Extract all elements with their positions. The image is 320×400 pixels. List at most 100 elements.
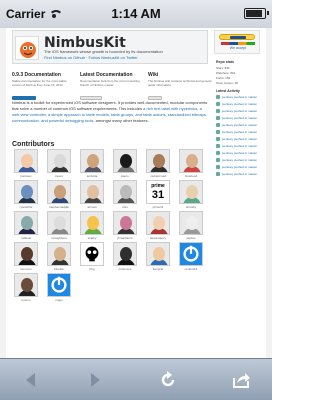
donate-link[interactable]: We accept (215, 46, 261, 50)
contributor-avatar[interactable]: crstevens (113, 242, 137, 272)
contributor-avatar[interactable]: sparky (80, 211, 104, 241)
contributor-avatar[interactable]: prime 31 prime31 (146, 180, 170, 210)
contributor-avatar[interactable]: bengraf (146, 242, 170, 272)
contributor-name[interactable]: bengraf (146, 267, 170, 271)
activity-item[interactable]: jverkoey pushed to master (216, 137, 260, 143)
activity-text[interactable]: jverkoey pushed to master (222, 172, 257, 176)
contributor-name[interactable]: prime31 (146, 205, 170, 209)
activity-text[interactable]: jverkoey pushed to master (222, 144, 257, 148)
activity-text[interactable]: jverkoey pushed to master (222, 158, 257, 162)
contributor-avatar[interactable]: ambolia (80, 149, 104, 179)
share-button[interactable] (228, 367, 254, 393)
contributor-avatar[interactable]: jbroadhurst (113, 211, 137, 241)
contributor-avatar[interactable]: dcrosby (179, 180, 203, 210)
commit-icon (216, 109, 220, 113)
activity-text[interactable]: jverkoey pushed to master (222, 116, 257, 120)
activity-text[interactable]: jverkoey pushed to master (222, 102, 257, 106)
activity-text[interactable]: jverkoey pushed to master (222, 165, 257, 169)
contributor-avatar[interactable]: alexanderzy (146, 211, 170, 241)
reload-button[interactable] (155, 367, 181, 393)
contributor-name[interactable]: jaydee (179, 236, 203, 240)
contributor-name[interactable]: dcrosby (179, 205, 203, 209)
contributor-avatar[interactable]: simonmi (14, 242, 38, 272)
contributor-avatar[interactable]: stephennadjak (47, 180, 71, 210)
avatar-face (120, 216, 132, 230)
stat-line: Watchers: 831 (216, 71, 236, 75)
contributor-avatar[interactable]: zaven (47, 149, 71, 179)
activity-text[interactable]: jverkoey pushed to master (222, 95, 257, 99)
contributor-avatar[interactable]: kaoru (113, 149, 137, 179)
activity-text[interactable]: jverkoey pushed to master (222, 137, 257, 141)
activity-item[interactable]: jverkoey pushed to master (216, 123, 260, 129)
contributor-avatar[interactable]: tmacleod (179, 149, 203, 179)
activity-text[interactable]: jverkoey pushed to master (222, 130, 257, 134)
contributor-avatar[interactable]: tryemo (14, 273, 38, 303)
forward-button[interactable] (82, 367, 108, 393)
activity-item[interactable]: jverkoey pushed to master (216, 172, 260, 178)
contributor-avatar[interactable]: ahrosti (80, 180, 104, 210)
activity-item[interactable]: jverkoey pushed to master (216, 109, 260, 115)
contributor-avatar[interactable]: jverkoey (14, 149, 38, 179)
contributor-name[interactable]: mdkivel (14, 236, 38, 240)
contributor-name[interactable]: bbg (80, 267, 104, 271)
contributor-name[interactable]: nimbuskit (179, 267, 203, 271)
contributor-avatar[interactable]: blurdoc (47, 242, 71, 272)
contributor-name[interactable]: zaven (47, 174, 71, 178)
skull-icon (85, 246, 99, 262)
contributor-avatar[interactable]: maps (47, 273, 71, 303)
activity-text[interactable]: jverkoey pushed to master (222, 151, 257, 155)
contributor-avatar[interactable]: muhammad (146, 149, 170, 179)
contributor-name[interactable]: stephennadjak (47, 205, 71, 209)
avatar (113, 149, 137, 173)
contributor-name[interactable]: blurdoc (47, 267, 71, 271)
contributor-avatar[interactable]: bbg (80, 242, 104, 272)
contributor-name[interactable]: muhammad (146, 174, 170, 178)
activity-text[interactable]: jverkoey pushed to master (222, 123, 257, 127)
avatar (47, 242, 71, 266)
avatar (80, 242, 104, 266)
contributor-name[interactable]: sparky (80, 236, 104, 240)
contributor-name[interactable]: simonmi (14, 267, 38, 271)
contributor-avatar[interactable]: mdkivel (14, 211, 38, 241)
contributor-avatar[interactable]: uhm (113, 180, 137, 210)
contributor-name[interactable]: crstevens (113, 267, 137, 271)
contributor-name[interactable]: kaoru (113, 174, 137, 178)
activity-item[interactable]: jverkoey pushed to master (216, 151, 260, 157)
activity-item[interactable]: jverkoey pushed to master (216, 116, 260, 122)
card-title: 0.9.3 Documentation (12, 72, 61, 78)
avatar-face (54, 185, 66, 199)
donate-box[interactable]: We accept (214, 30, 260, 54)
contributor-name[interactable]: alexanderzy (146, 236, 170, 240)
contributor-name[interactable]: uhm (113, 205, 137, 209)
back-button[interactable] (18, 367, 44, 393)
contributor-name[interactable]: maps (47, 298, 71, 302)
contributor-name[interactable]: jverkoey (14, 174, 38, 178)
follow-links[interactable]: Find Nimbus on Github · Follow NimbusKit… (44, 55, 138, 60)
contributor-avatar[interactable]: ryanwhite (14, 180, 38, 210)
paypal-donate-icon[interactable] (219, 34, 255, 40)
contributor-name[interactable]: ahrosti (80, 205, 104, 209)
activity-item[interactable]: jverkoey pushed to master (216, 158, 260, 164)
contributor-name[interactable]: tmacleod (179, 174, 203, 178)
activity-item[interactable]: jverkoey pushed to master (216, 130, 260, 136)
power-logo-icon (51, 276, 67, 293)
forward-arrow-icon (91, 373, 100, 387)
contributor-avatar[interactable]: nimbuskit (179, 242, 203, 272)
contributor-name[interactable]: tryemo (14, 298, 38, 302)
stats-heading: Repo stats (216, 60, 234, 64)
activity-item[interactable]: jverkoey pushed to master (216, 165, 260, 171)
contributor-avatar[interactable]: jaydee (179, 211, 203, 241)
avatar (14, 180, 38, 204)
card-title: Wiki (148, 72, 159, 78)
activity-text[interactable]: jverkoey pushed to master (222, 109, 257, 113)
contributors-heading: Contributors (12, 141, 55, 148)
activity-item[interactable]: jverkoey pushed to master (216, 102, 260, 108)
activity-item[interactable]: jverkoey pushed to master (216, 144, 260, 150)
avatar (113, 211, 137, 235)
contributor-name[interactable]: mneighbors (47, 236, 71, 240)
contributor-name[interactable]: jbroadhurst (113, 236, 137, 240)
activity-item[interactable]: jverkoey pushed to master (216, 95, 260, 101)
contributor-name[interactable]: ambolia (80, 174, 104, 178)
contributor-avatar[interactable]: mneighbors (47, 211, 71, 241)
contributor-name[interactable]: ryanwhite (14, 205, 38, 209)
